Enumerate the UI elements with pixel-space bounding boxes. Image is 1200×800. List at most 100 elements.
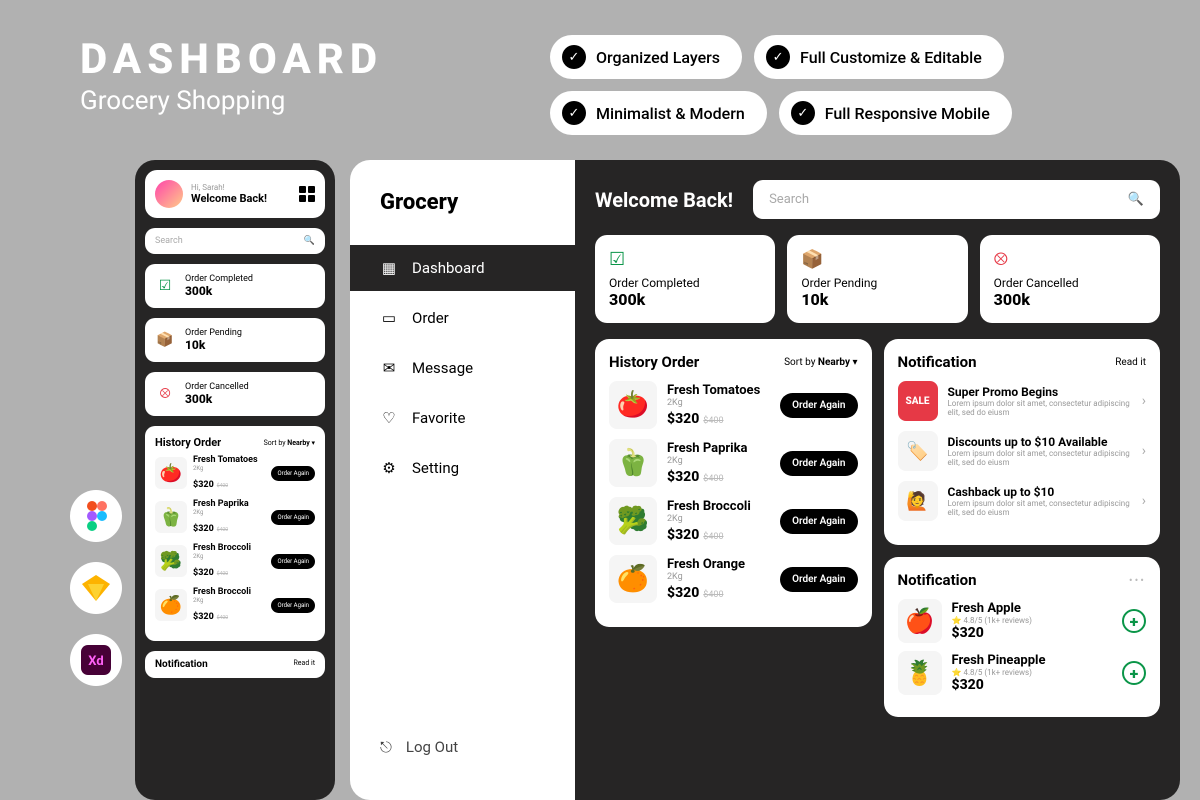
chevron-right-icon: › [1142,393,1146,409]
sketch-icon [70,562,122,614]
nav-item-favorite[interactable]: ♡Favorite [350,395,575,441]
nav-item-setting[interactable]: ⚙Setting [350,445,575,491]
stat-cancelled: ⮾Order Cancelled300k [145,372,325,416]
history-item: 🥦Fresh Broccoli2Kg$320$400Order Again [155,543,315,579]
history-item: 🥦Fresh Broccoli2Kg$320$400Order Again [609,497,858,545]
history-item: 🍊Fresh Broccoli2Kg$320$400Order Again [155,587,315,623]
message-icon: ✉ [380,359,398,377]
nav-item-dashboard[interactable]: ▦Dashboard [350,245,575,291]
notification-item[interactable]: SALESuper Promo BeginsLorem ipsum dolor … [898,381,1147,421]
hero: DASHBOARD Grocery Shopping [80,35,383,116]
sort-dropdown[interactable]: Sort by Nearby ▾ [784,357,857,368]
product-image: 🍅 [155,457,187,489]
product-item: 🍎Fresh Apple⭐ 4.8/5 (1k+ reviews)$320+ [898,599,1147,643]
product-image: 🫑 [609,439,657,487]
hero-title: DASHBOARD [80,35,383,84]
notification-card[interactable]: NotificationRead it [145,651,325,678]
badge: ✓Minimalist & Modern [550,91,767,135]
more-icon[interactable]: ••• [1129,574,1146,587]
history-item: 🫑Fresh Paprika2Kg$320$400Order Again [155,499,315,535]
nav-item-order[interactable]: ▭Order [350,295,575,341]
stat-icon: ⮾ [994,249,1146,270]
xd-icon: Xd [70,634,122,686]
chevron-right-icon: › [1142,443,1146,459]
product-image: 🥦 [155,545,187,577]
stat-card: ⮾Order Cancelled300k [980,235,1160,323]
chevron-right-icon: › [1142,493,1146,509]
menu-grid-icon[interactable] [299,186,315,202]
hero-subtitle: Grocery Shopping [80,86,383,116]
check-icon: ✓ [562,101,586,125]
stat-icon: ☑ [609,249,761,270]
feature-badges: ✓Organized Layers ✓Full Customize & Edit… [550,35,1190,135]
history-item: 🍅Fresh Tomatoes2Kg$320$400Order Again [609,381,858,429]
order-again-button[interactable]: Order Again [780,509,857,534]
product-image: 🍍 [898,651,942,695]
product-image: 🍊 [155,589,187,621]
cancel-icon: ⮾ [155,384,175,404]
order-again-button[interactable]: Order Again [780,451,857,476]
product-image: 🍊 [609,555,657,603]
notification-card: NotificationRead it SALESuper Promo Begi… [884,339,1161,545]
stat-card: 📦Order Pending10k [787,235,967,323]
history-item: 🍅Fresh Tomatoes2Kg$320$400Order Again [155,455,315,491]
badge: ✓Full Customize & Editable [754,35,1004,79]
logo: Grocery [350,190,575,215]
history-card: History OrderSort by Nearby ▾ 🍅Fresh Tom… [145,426,325,641]
history-card: History OrderSort by Nearby ▾ 🍅Fresh Tom… [595,339,872,627]
order-icon: ▭ [380,309,398,327]
order-again-button[interactable]: Order Again [780,393,857,418]
stat-icon: 📦 [801,249,953,270]
notif-icon: 🙋 [898,481,938,521]
order-again-button[interactable]: Order Again [271,466,315,481]
stat-pending: 📦Order Pending10k [145,318,325,362]
notif-icon: 🏷️ [898,431,938,471]
main-content: Welcome Back! Search🔍 ☑Order Completed30… [575,160,1180,800]
stat-card: ☑Order Completed300k [595,235,775,323]
favorite-icon: ♡ [380,409,398,427]
mobile-mockup: Hi, Sarah! Welcome Back! Search🔍 ☑Order … [135,160,335,800]
box-icon: 📦 [155,330,175,350]
search-icon: 🔍 [1128,192,1144,207]
products-card: Notification••• 🍎Fresh Apple⭐ 4.8/5 (1k+… [884,557,1161,717]
check-icon: ☑ [155,276,175,296]
history-item: 🫑Fresh Paprika2Kg$320$400Order Again [609,439,858,487]
svg-text:Xd: Xd [88,654,103,669]
add-button[interactable]: + [1122,661,1146,685]
search-input[interactable]: Search🔍 [145,228,325,254]
notification-item[interactable]: 🙋Cashback up to $10Lorem ipsum dolor sit… [898,481,1147,521]
product-item: 🍍Fresh Pineapple⭐ 4.8/5 (1k+ reviews)$32… [898,651,1147,695]
badge: ✓Full Responsive Mobile [779,91,1012,135]
product-image: 🥦 [609,497,657,545]
product-image: 🫑 [155,501,187,533]
desktop-mockup: Grocery ▦Dashboard▭Order✉Message♡Favorit… [350,160,1180,800]
order-again-button[interactable]: Order Again [780,567,857,592]
search-input[interactable]: Search🔍 [753,180,1160,219]
search-icon: 🔍 [304,236,315,246]
order-again-button[interactable]: Order Again [271,554,315,569]
setting-icon: ⚙ [380,459,398,477]
logout-button[interactable]: ⎋Log Out [350,724,575,770]
stat-completed: ☑Order Completed300k [145,264,325,308]
check-icon: ✓ [562,45,586,69]
figma-icon [70,490,122,542]
badge: ✓Organized Layers [550,35,742,79]
check-icon: ✓ [766,45,790,69]
notification-item[interactable]: 🏷️Discounts up to $10 AvailableLorem ips… [898,431,1147,471]
read-it-link[interactable]: Read it [1115,357,1146,368]
nav-item-message[interactable]: ✉Message [350,345,575,391]
mobile-header: Hi, Sarah! Welcome Back! [145,170,325,218]
check-icon: ✓ [791,101,815,125]
welcome-title: Welcome Back! [595,188,733,212]
avatar[interactable] [155,180,183,208]
product-image: 🍎 [898,599,942,643]
order-again-button[interactable]: Order Again [271,510,315,525]
history-item: 🍊Fresh Orange2Kg$320$400Order Again [609,555,858,603]
sidebar: Grocery ▦Dashboard▭Order✉Message♡Favorit… [350,160,575,800]
product-image: 🍅 [609,381,657,429]
logout-icon: ⎋ [380,738,392,756]
notif-icon: SALE [898,381,938,421]
add-button[interactable]: + [1122,609,1146,633]
order-again-button[interactable]: Order Again [271,598,315,613]
tool-icons: Xd [70,490,122,686]
